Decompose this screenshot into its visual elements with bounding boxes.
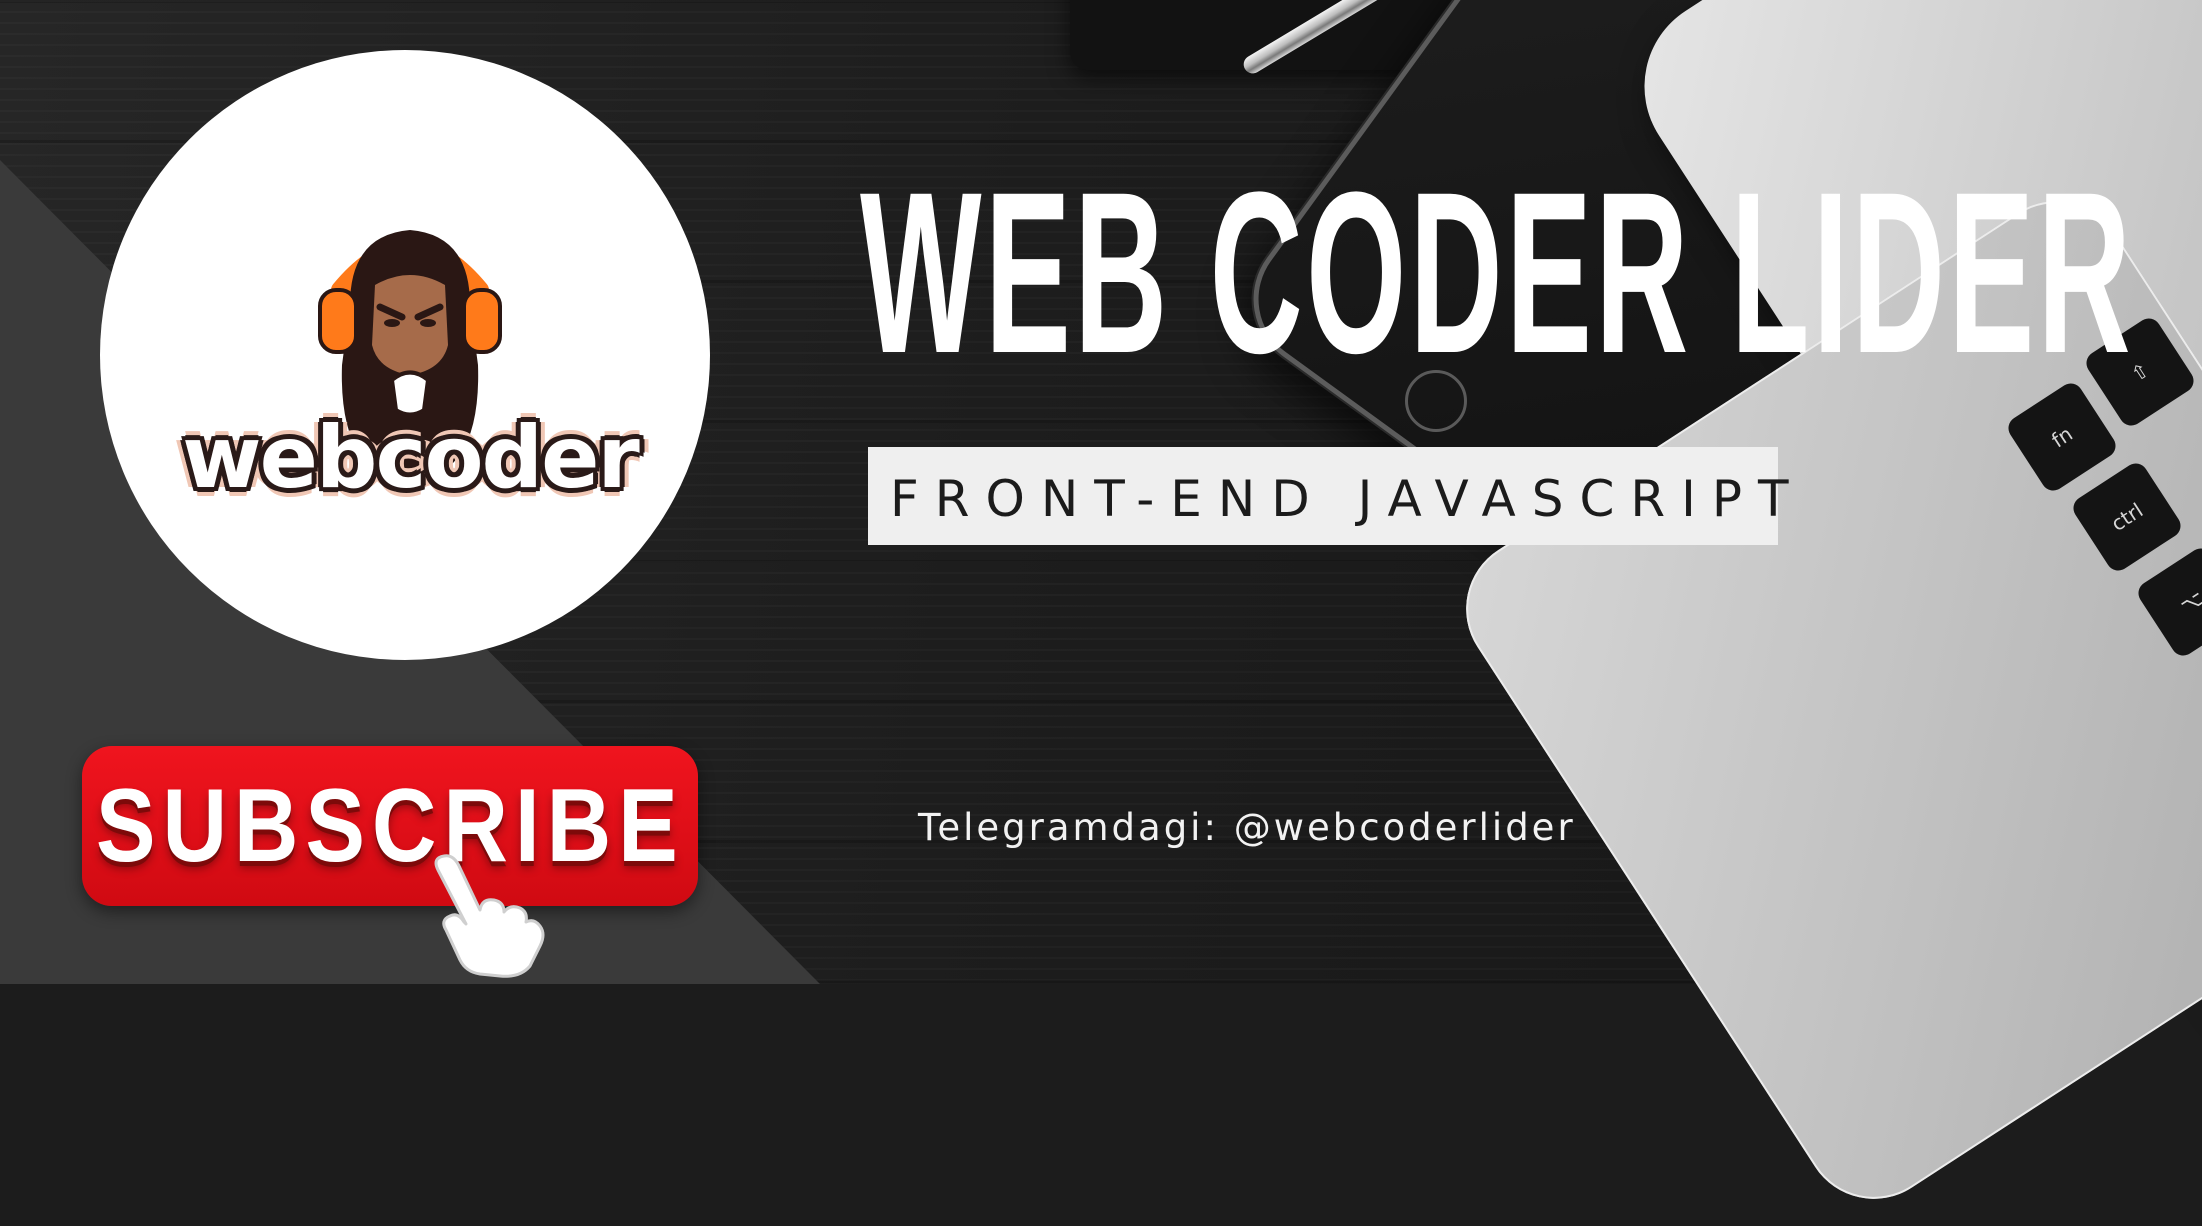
- page-title: WEB CODER LIDER: [860, 144, 2134, 401]
- subscribe-button[interactable]: SUBSCRIBE: [82, 746, 698, 906]
- telegram-handle[interactable]: Telegramdagi: @webcoderlider: [918, 806, 1576, 849]
- pointing-hand-icon: [434, 854, 545, 978]
- subscribe-label: SUBSCRIBE: [95, 767, 685, 884]
- logo-wordmark: webcoder: [182, 408, 640, 508]
- tagline-text: FRONT-END JAVASCRIPT: [890, 470, 1805, 528]
